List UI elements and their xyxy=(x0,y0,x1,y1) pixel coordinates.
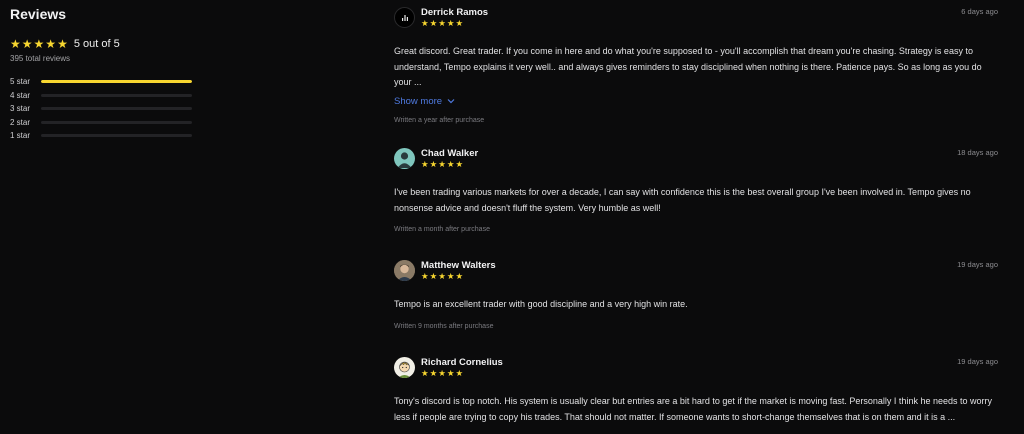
review-time: 18 days ago xyxy=(957,148,998,157)
star-icon: ★ xyxy=(21,37,33,51)
star-icon: ★ xyxy=(57,37,68,51)
black-logo-avatar-icon[interactable] xyxy=(394,7,415,28)
star-icon: ★ xyxy=(455,18,464,28)
distribution-bar-fill xyxy=(41,80,192,84)
review-header: Matthew Walters ★ ★ ★ ★ ★ 19 days ago xyxy=(394,259,1000,285)
review-time: 19 days ago xyxy=(957,260,998,269)
distribution-bar xyxy=(41,134,192,138)
reviews-title: Reviews xyxy=(10,6,67,22)
review-header: Chad Walker ★ ★ ★ ★ ★ 18 days ago xyxy=(394,147,1000,173)
review-body: I've been trading various markets for ov… xyxy=(394,187,971,213)
reviewer-name[interactable]: Derrick Ramos xyxy=(421,7,488,18)
review-meta: Written 9 months after purchase xyxy=(394,322,494,330)
review-stars: ★ ★ ★ ★ ★ xyxy=(421,160,463,169)
review-time: 19 days ago xyxy=(957,357,998,366)
distribution-label: 4 star xyxy=(10,90,31,100)
review-stars: ★ ★ ★ ★ ★ xyxy=(421,369,463,378)
star-icon: ★ xyxy=(429,159,438,169)
distribution-label: 1 star xyxy=(10,131,31,141)
reviewer-name[interactable]: Chad Walker xyxy=(421,148,478,159)
star-icon: ★ xyxy=(33,37,45,51)
star-icon: ★ xyxy=(438,368,446,378)
star-icon: ★ xyxy=(438,18,446,28)
star-icon: ★ xyxy=(455,368,464,378)
review-meta: Written a month after purchase xyxy=(394,226,490,233)
distribution-bar xyxy=(41,93,192,97)
review-header: Richard Cornelius ★ ★ ★ ★ ★ 19 days ago xyxy=(394,356,1000,382)
teal-person-avatar-icon[interactable] xyxy=(394,148,415,169)
star-icon: ★ xyxy=(429,368,438,378)
star-icon: ★ xyxy=(446,18,455,28)
overall-rating: ★ ★ ★ ★ ★ 5 out of 5 xyxy=(10,37,200,51)
rating-distribution: 5 star 4 star 3 star 2 star 1 star xyxy=(10,75,200,143)
distribution-row[interactable]: 1 star xyxy=(10,129,200,143)
review-card: Matthew Walters ★ ★ ★ ★ ★ 19 days ago Te… xyxy=(394,259,1000,330)
star-icon: ★ xyxy=(446,271,455,281)
reviewer-name[interactable]: Richard Cornelius xyxy=(421,357,503,368)
review-body: Tony's discord is top notch. His system … xyxy=(394,396,992,422)
review-card: Derrick Ramos ★ ★ ★ ★ ★ 6 days ago Great… xyxy=(394,6,1000,124)
distribution-bar xyxy=(41,80,192,84)
reviewer-name[interactable]: Matthew Walters xyxy=(421,260,496,271)
distribution-bar xyxy=(41,120,192,124)
show-more-label: Show more xyxy=(394,95,443,107)
star-icon: ★ xyxy=(438,271,446,281)
show-more-button[interactable]: Show more xyxy=(394,96,455,107)
star-icon: ★ xyxy=(421,368,429,378)
star-icon: ★ xyxy=(10,37,21,51)
star-icon: ★ xyxy=(421,271,429,281)
star-icon: ★ xyxy=(429,18,438,28)
review-body: Great discord. Great trader. If you come… xyxy=(394,46,982,87)
distribution-row[interactable]: 5 star xyxy=(10,75,200,89)
photo-avatar-icon[interactable] xyxy=(394,260,415,281)
star-icon: ★ xyxy=(438,159,446,169)
distribution-row[interactable]: 3 star xyxy=(10,102,200,116)
star-icon: ★ xyxy=(446,159,455,169)
chevron-down-icon xyxy=(447,99,455,104)
star-icon: ★ xyxy=(446,368,455,378)
star-icon: ★ xyxy=(429,271,438,281)
reviews-summary: Reviews ★ ★ ★ ★ ★ 5 out of 5 395 total r… xyxy=(10,6,200,143)
review-body: Tempo is an excellent trader with good d… xyxy=(394,299,688,309)
distribution-label: 5 star xyxy=(10,77,31,87)
star-icon: ★ xyxy=(45,37,57,51)
overall-stars: ★ ★ ★ ★ ★ xyxy=(10,38,68,50)
star-icon: ★ xyxy=(455,159,464,169)
review-meta: Written a year after purchase xyxy=(394,116,485,124)
review-card: Richard Cornelius ★ ★ ★ ★ ★ 19 days ago … xyxy=(394,356,1000,425)
distribution-row[interactable]: 4 star xyxy=(10,89,200,103)
star-icon: ★ xyxy=(421,159,429,169)
rating-text: 5 out of 5 xyxy=(73,38,120,50)
cartoon-avatar-icon[interactable] xyxy=(394,357,415,378)
review-stars: ★ ★ ★ ★ ★ xyxy=(421,19,463,28)
distribution-row[interactable]: 2 star xyxy=(10,116,200,130)
distribution-bar xyxy=(41,107,192,111)
distribution-label: 3 star xyxy=(10,104,31,114)
review-header: Derrick Ramos ★ ★ ★ ★ ★ 6 days ago xyxy=(394,6,1000,32)
star-icon: ★ xyxy=(455,271,464,281)
star-icon: ★ xyxy=(421,18,429,28)
review-stars: ★ ★ ★ ★ ★ xyxy=(421,272,463,281)
review-card: Chad Walker ★ ★ ★ ★ ★ 18 days ago I've b… xyxy=(394,147,1000,233)
reviews-page: Reviews ★ ★ ★ ★ ★ 5 out of 5 395 total r… xyxy=(0,0,1024,434)
review-time: 6 days ago xyxy=(961,7,998,16)
distribution-label: 2 star xyxy=(10,117,31,127)
total-reviews: 395 total reviews xyxy=(10,54,71,63)
